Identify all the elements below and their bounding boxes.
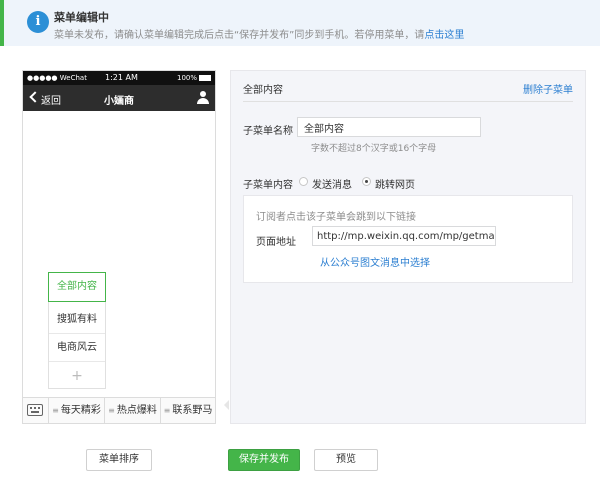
carrier-label: ●●●●● WeChat (27, 74, 87, 82)
radio-send-message-label[interactable]: 发送消息 (312, 176, 352, 191)
keyboard-icon[interactable] (27, 404, 43, 416)
redirect-settings: 订阅者点击该子菜单会跳到以下链接 页面地址 从公众号图文消息中选择 (243, 195, 573, 283)
radio-redirect-page[interactable] (362, 177, 371, 186)
submenu-item-sohu[interactable]: 搜狐有料 (49, 306, 105, 334)
save-and-publish-button[interactable]: 保存并发布 (228, 449, 300, 471)
submenu-item-ecommerce[interactable]: 电商风云 (49, 334, 105, 362)
url-label: 页面地址 (256, 237, 296, 248)
select-from-articles-link[interactable]: 从公众号图文消息中选择 (320, 254, 430, 269)
notice-title: 菜单编辑中 (54, 11, 109, 24)
menu-tab-daily[interactable]: ≡ 每天精彩 (48, 398, 104, 423)
preview-button[interactable]: 预览 (314, 449, 378, 471)
submenu-popup: 全部内容 搜狐有料 电商风云 + (48, 272, 106, 389)
redirect-description: 订阅者点击该子菜单会跳到以下链接 (256, 212, 416, 223)
phone-status-bar: ●●●●● WeChat 1:21 AM 100% (23, 71, 215, 85)
add-submenu-button[interactable]: + (49, 365, 105, 387)
info-icon: i (27, 11, 49, 33)
notice-description-text: 菜单未发布，请确认菜单编辑完成后点击“保存并发布”同步到手机。若停用菜单，请 (54, 30, 425, 41)
phone-nav-bar: 返回 小婳商 (23, 85, 215, 111)
submenu-editor: 全部内容 删除子菜单 子菜单名称 字数不超过8个汉字或16个字母 子菜单内容 发… (230, 70, 586, 424)
submenu-name-input[interactable] (297, 117, 481, 137)
phone-menu-bar: ≡ 每天精彩 ≡ 热点爆料 ≡ 联系野马 (23, 397, 215, 423)
notice-description: 菜单未发布，请确认菜单编辑完成后点击“保存并发布”同步到手机。若停用菜单，请点击… (54, 26, 464, 41)
page-url-input[interactable] (312, 226, 496, 246)
menu-tab-hot[interactable]: ≡ 热点爆料 (104, 398, 160, 423)
sort-menu-button[interactable]: 菜单排序 (86, 449, 152, 471)
menu-tab-label: 热点爆料 (116, 405, 157, 416)
disable-menu-link[interactable]: 点击这里 (424, 30, 464, 41)
name-hint: 字数不超过8个汉字或16个字母 (311, 144, 437, 154)
phone-preview: ●●●●● WeChat 1:21 AM 100% 返回 小婳商 全部内容 搜狐… (22, 70, 216, 424)
menu-tab-contact[interactable]: ≡ 联系野马 (160, 398, 215, 423)
menu-tab-label: 联系野马 (172, 405, 213, 416)
submenu-item-all-content[interactable]: 全部内容 (48, 272, 106, 302)
radio-send-message[interactable] (299, 177, 308, 186)
battery-percent: 100% (176, 74, 197, 82)
menu-tab-label: 每天精彩 (60, 405, 101, 416)
editor-title: 全部内容 (243, 85, 283, 96)
divider (243, 101, 573, 102)
content-label: 子菜单内容 (243, 180, 293, 191)
delete-submenu-link[interactable]: 删除子菜单 (523, 81, 573, 96)
radio-redirect-page-label[interactable]: 跳转网页 (375, 176, 415, 191)
panel-arrow (224, 400, 229, 410)
notice-bar: i 菜单编辑中 菜单未发布，请确认菜单编辑完成后点击“保存并发布”同步到手机。若… (0, 0, 600, 46)
account-title: 小婳商 (104, 96, 134, 107)
battery-icon (199, 75, 211, 81)
user-icon[interactable] (197, 91, 209, 105)
name-label: 子菜单名称 (243, 126, 293, 137)
status-time: 1:21 AM (105, 73, 138, 82)
